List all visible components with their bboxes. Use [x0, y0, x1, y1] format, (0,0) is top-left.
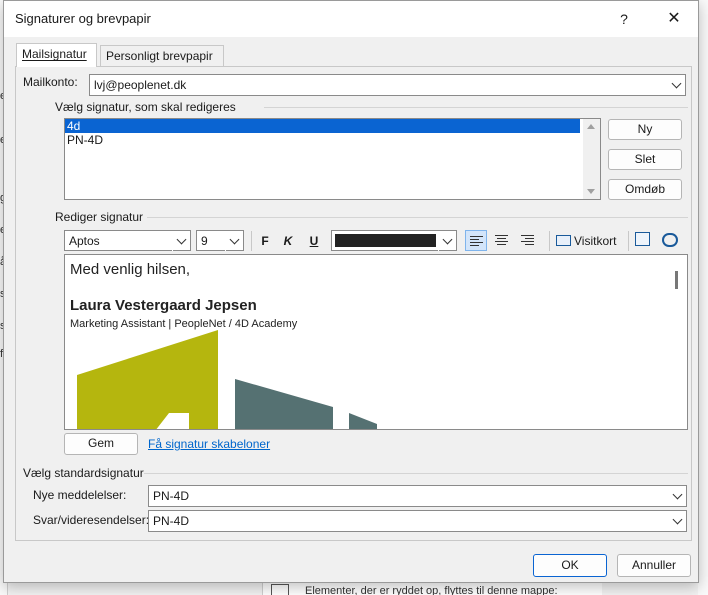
business-card-label: Visitkort: [574, 234, 617, 248]
signature-editor[interactable]: Med venlig hilsen, Laura Vestergaard Jep…: [64, 254, 688, 430]
select-signature-heading: Vælg signatur, som skal redigeres: [55, 100, 236, 114]
group-divider: [264, 107, 688, 108]
bg-bottom-text: Elementer, der er ryddet op, flyttes til…: [305, 585, 558, 595]
chevron-down-icon[interactable]: [668, 486, 686, 506]
signature-list-scrollbar[interactable]: [583, 119, 600, 199]
bold-button[interactable]: F: [255, 232, 275, 250]
signature-name: Laura Vestergaard Jepsen: [70, 297, 257, 314]
font-color-swatch: [335, 234, 436, 247]
tab-personal-stationery[interactable]: Personligt brevpapir: [100, 45, 224, 66]
font-color-select[interactable]: [331, 230, 457, 251]
align-right-button[interactable]: [517, 230, 539, 251]
mail-icon: [271, 584, 289, 595]
font-size-value: 9: [201, 234, 208, 248]
replies-label: Svar/videresendelser:: [33, 513, 150, 527]
delete-signature-button[interactable]: Slet: [608, 149, 682, 170]
logo-teal-shape: [235, 379, 333, 429]
tab-label: Personligt brevpapir: [106, 49, 213, 63]
account-select[interactable]: lvj@peoplenet.dk: [89, 74, 686, 96]
font-select[interactable]: Aptos: [64, 230, 191, 251]
signature-templates-link[interactable]: Få signatur skabeloner: [148, 437, 270, 451]
logo-teal-small: [349, 413, 377, 429]
default-signature-heading: Vælg standardsignatur: [23, 466, 144, 480]
new-signature-button[interactable]: Ny: [608, 119, 682, 140]
scroll-down-icon[interactable]: [587, 189, 595, 194]
new-messages-label: Nye meddelelser:: [33, 488, 127, 502]
signatures-dialog: Signaturer og brevpapir ? ✕ Mailsignatur…: [3, 0, 699, 583]
tab-label: Mailsignatur: [22, 47, 87, 61]
chevron-down-icon[interactable]: [668, 511, 686, 531]
align-center-button[interactable]: [491, 230, 513, 251]
underline-button[interactable]: U: [304, 232, 324, 250]
italic-button[interactable]: K: [278, 232, 298, 250]
chevron-down-icon[interactable]: [438, 231, 456, 251]
list-item[interactable]: PN-4D: [65, 133, 580, 147]
insert-link-icon[interactable]: [662, 233, 678, 247]
toolbar-separator: [628, 231, 629, 251]
company-logo: [77, 330, 377, 429]
insert-picture-icon[interactable]: [635, 232, 650, 246]
new-messages-select[interactable]: PN-4D: [148, 485, 687, 507]
replies-select[interactable]: PN-4D: [148, 510, 687, 532]
list-item[interactable]: 4d: [65, 119, 580, 133]
account-label: Mailkonto:: [23, 75, 78, 89]
editor-scrollbar[interactable]: [669, 255, 687, 429]
toolbar-separator: [549, 231, 550, 251]
new-messages-value: PN-4D: [153, 489, 190, 503]
group-divider: [144, 473, 688, 474]
toolbar-separator: [251, 231, 252, 251]
background-app-right: [698, 0, 708, 595]
chevron-down-icon[interactable]: [225, 231, 243, 251]
account-value: lvj@peoplenet.dk: [94, 78, 187, 92]
rename-signature-button[interactable]: Omdøb: [608, 179, 682, 200]
save-button[interactable]: Gem: [64, 433, 138, 455]
align-left-button[interactable]: [465, 230, 487, 251]
dialog-title: Signaturer og brevpapir: [15, 11, 151, 26]
cancel-button[interactable]: Annuller: [617, 554, 691, 577]
font-size-select[interactable]: 9: [196, 230, 244, 251]
signature-role: Marketing Assistant | PeopleNet / 4D Aca…: [70, 318, 298, 330]
edit-signature-heading: Rediger signatur: [55, 210, 144, 224]
close-button[interactable]: ✕: [659, 7, 689, 31]
ok-button[interactable]: OK: [533, 554, 607, 577]
scroll-up-icon[interactable]: [587, 124, 595, 129]
signature-list[interactable]: 4d PN-4D: [64, 118, 601, 200]
help-button[interactable]: ?: [609, 7, 639, 31]
chevron-down-icon[interactable]: [667, 75, 685, 95]
replies-value: PN-4D: [153, 514, 190, 528]
logo-yellow-shape: [77, 330, 218, 429]
signature-greeting: Med venlig hilsen,: [70, 261, 191, 278]
dialog-titlebar: Signaturer og brevpapir ? ✕: [4, 1, 698, 37]
tab-mail-signature[interactable]: Mailsignatur: [16, 43, 97, 67]
chevron-down-icon[interactable]: [172, 231, 190, 251]
scroll-thumb[interactable]: [675, 271, 678, 289]
group-divider: [147, 217, 688, 218]
business-card-icon: [556, 235, 571, 246]
font-value: Aptos: [69, 234, 100, 248]
